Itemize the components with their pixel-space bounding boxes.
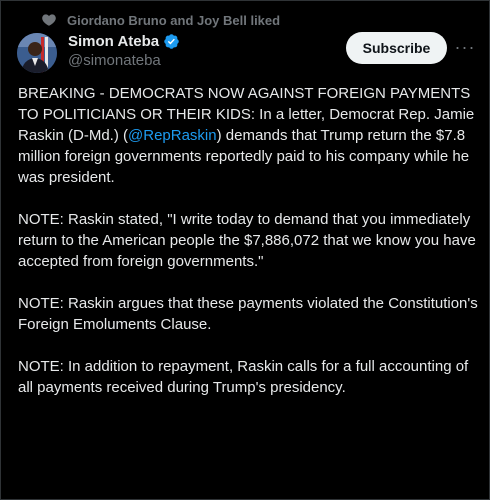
social-context-text: Giordano Bruno and Joy Bell liked	[67, 12, 281, 28]
avatar[interactable]	[17, 33, 57, 73]
more-options-icon[interactable]: ···	[453, 37, 477, 57]
avatar-image	[17, 33, 57, 73]
tweet-text: BREAKING - DEMOCRATS NOW AGAINST FOREIGN…	[18, 83, 478, 398]
author-handle[interactable]: @simonateba	[68, 52, 180, 69]
tweet-paragraph-1: BREAKING - DEMOCRATS NOW AGAINST FOREIGN…	[18, 83, 478, 188]
tweet-paragraph-3: NOTE: Raskin argues that these payments …	[18, 295, 478, 333]
subscribe-button[interactable]: Subscribe	[346, 32, 447, 64]
social-context: Giordano Bruno and Joy Bell liked	[41, 12, 280, 28]
tweet-paragraph-4: NOTE: In addition to repayment, Raskin c…	[18, 358, 469, 396]
mention-link[interactable]: @RepRaskin	[128, 127, 217, 144]
heart-icon	[42, 14, 56, 26]
author-display-name[interactable]: Simon Ateba	[68, 33, 159, 50]
verified-badge-icon	[164, 34, 179, 49]
tweet-paragraph-2: NOTE: Raskin stated, "I write today to d…	[18, 211, 476, 270]
tweet-card[interactable]: Giordano Bruno and Joy Bell liked Simon …	[0, 0, 490, 500]
